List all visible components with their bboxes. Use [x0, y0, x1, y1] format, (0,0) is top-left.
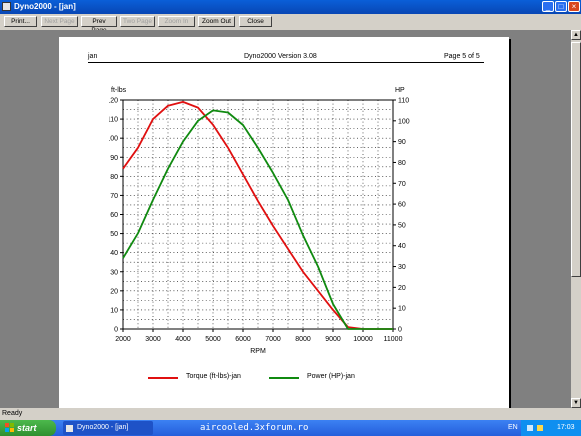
scroll-up-icon[interactable]: ▲ [571, 30, 581, 40]
start-label: start [17, 423, 37, 433]
y-right-tick-label: 90 [398, 139, 406, 146]
y-left-tick-label: 60 [110, 212, 118, 219]
y-right-tick-label: 0 [398, 327, 402, 334]
y-left-tick-label: 50 [110, 231, 118, 238]
y-left-tick-label: 110 [109, 117, 118, 124]
y-right-axis-label: HP [395, 87, 405, 94]
power-legend-swatch [269, 377, 299, 379]
y-left-tick-label: 20 [110, 288, 118, 295]
x-axis-label: RPM [250, 348, 266, 355]
y-right-tick-label: 80 [398, 160, 406, 167]
taskbar-item-label: Dyno2000 - [jan] [77, 424, 129, 431]
y-left-tick-label: 10 [110, 307, 118, 314]
x-tick-label: 10000 [353, 336, 373, 343]
next-page-button[interactable]: Next Page [41, 16, 78, 27]
network-icon[interactable] [527, 425, 533, 431]
header-divider [88, 62, 484, 63]
y-right-tick-label: 50 [398, 222, 406, 229]
scroll-down-icon[interactable]: ▼ [571, 398, 581, 408]
title-bar[interactable]: Dyno2000 - [jan] _ □ × [0, 0, 581, 14]
start-button[interactable]: start [0, 420, 56, 436]
taskbar-item-dyno2000[interactable]: Dyno2000 - [jan] [63, 421, 153, 435]
language-indicator[interactable]: EN [508, 420, 518, 436]
scroll-thumb[interactable] [571, 42, 581, 277]
window-title: Dyno2000 - [jan] [14, 2, 76, 11]
y-right-tick-label: 110 [398, 98, 409, 105]
x-tick-label: 2000 [115, 336, 131, 343]
y-right-tick-label: 70 [398, 181, 406, 188]
header-center: Dyno2000 Version 3.08 [244, 53, 317, 60]
x-tick-label: 4000 [175, 336, 191, 343]
app-icon[interactable] [2, 2, 11, 11]
status-text: Ready [2, 410, 23, 417]
header-right: Page 5 of 5 [444, 53, 480, 60]
volume-icon[interactable] [537, 425, 543, 431]
x-tick-label: 7000 [265, 336, 281, 343]
taskbar: start Dyno2000 - [jan] aircooled.3xforum… [0, 420, 581, 436]
y-left-axis-label: ft-lbs [111, 87, 127, 94]
two-page-button[interactable]: Two Page [120, 16, 155, 27]
system-tray: 17:03 [521, 420, 581, 436]
y-right-tick-label: 100 [398, 118, 410, 125]
minimize-button[interactable]: _ [542, 1, 554, 12]
maximize-button[interactable]: □ [555, 1, 567, 12]
close-window-button[interactable]: × [568, 1, 580, 12]
header-left: jan [88, 53, 98, 60]
close-button[interactable]: Close [239, 16, 272, 27]
dyno-chart: 2000 3000 4000 5000 6000 7000 8000 9000 10000 110… [109, 87, 410, 355]
y-left-tick-label: 30 [110, 269, 118, 276]
y-right-tick-label: 40 [398, 243, 406, 250]
y-left-tick-label: 40 [110, 250, 118, 257]
y-right-tick-label: 10 [398, 306, 406, 313]
app-icon [66, 425, 73, 432]
y-left-tick-label: 0 [114, 327, 118, 334]
prev-page-button[interactable]: Prev Page [81, 16, 117, 34]
status-bar: Ready [0, 408, 581, 420]
y-left-tick-label: 100 [109, 136, 118, 143]
zoom-in-button[interactable]: Zoom In [158, 16, 195, 27]
preview-toolbar: Print... Next Page Prev Page Two Page Zo… [0, 14, 581, 34]
x-tick-label: 6000 [235, 336, 251, 343]
watermark-text: aircooled.3xforum.ro [200, 423, 309, 433]
clock[interactable]: 17:03 [557, 420, 575, 436]
y-right-tick-label: 60 [398, 202, 406, 209]
windows-logo-icon [5, 423, 14, 432]
zoom-out-button[interactable]: Zoom Out [198, 16, 235, 27]
power-legend-label: Power (HP)-jan [307, 373, 355, 380]
x-tick-label: 9000 [325, 336, 341, 343]
x-tick-label: 8000 [295, 336, 311, 343]
y-left-tick-label: 80 [110, 174, 118, 181]
vertical-scrollbar[interactable]: ▲ ▼ [571, 30, 581, 408]
print-button[interactable]: Print... [4, 16, 37, 27]
y-left-tick-label: 90 [110, 155, 118, 162]
torque-legend-label: Torque (ft-lbs)-jan [186, 373, 241, 380]
y-right-tick-label: 30 [398, 264, 406, 271]
torque-legend-swatch [148, 377, 178, 379]
x-tick-label: 5000 [205, 336, 221, 343]
report-page: jan Dyno2000 Version 3.08 Page 5 of 5 20… [59, 37, 509, 408]
y-left-tick-label: 120 [109, 98, 118, 105]
x-tick-label: 3000 [145, 336, 161, 343]
x-tick-label: 11000 [384, 336, 403, 343]
y-left-tick-label: 70 [110, 193, 118, 200]
y-right-tick-label: 20 [398, 285, 406, 292]
